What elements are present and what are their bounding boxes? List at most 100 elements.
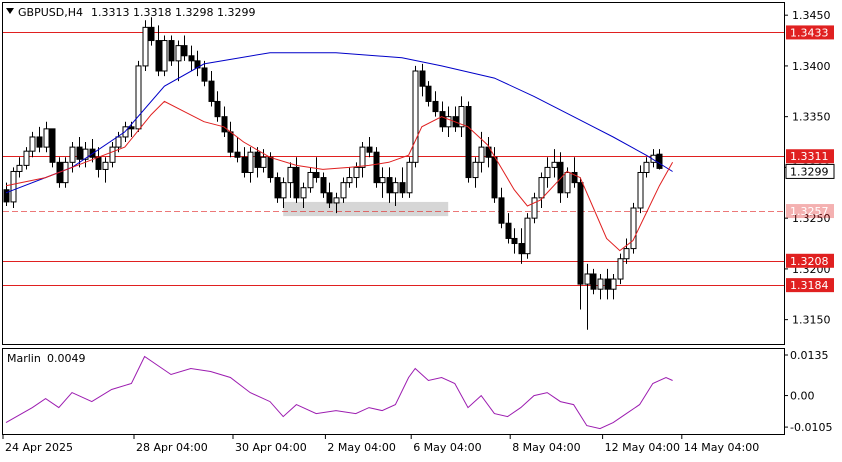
candle-bear (293, 166, 300, 199)
x-tick-label: 30 Apr 04:00 (235, 441, 307, 454)
candle-bear (128, 126, 135, 130)
indicator-value: 0.0049 (47, 352, 86, 365)
y-tick-label: 1.3150 (792, 314, 831, 327)
level-label-1.3257: 1.3257 (790, 205, 829, 218)
candle-bear (155, 40, 162, 72)
candle-bear (590, 273, 597, 290)
chart-canvas[interactable]: 1.34501.34001.33501.33001.32501.32001.31… (0, 0, 842, 459)
candle-bull (161, 40, 168, 72)
candle-bull (544, 166, 551, 179)
candle-bear (274, 177, 281, 199)
candle-bull (333, 197, 340, 204)
candle-bear (386, 177, 393, 194)
candle-bear (188, 55, 195, 62)
candle-bull (353, 166, 360, 179)
candle-bear (214, 100, 221, 118)
candle-bull (340, 182, 347, 199)
level-label-1.3208: 1.3208 (790, 255, 829, 268)
candle-bull (307, 171, 314, 189)
candle-bull (346, 177, 353, 184)
candle-bear (221, 116, 228, 133)
candle-bull (551, 161, 558, 168)
candle-bull (643, 161, 650, 173)
candle-bear (419, 70, 426, 87)
candle-bull (359, 146, 366, 168)
candle-bull (531, 197, 538, 219)
candle-bear (181, 45, 188, 57)
candle-bear (505, 222, 512, 239)
candle-bear (95, 156, 102, 170)
candle-bear (511, 237, 518, 245)
chart-window[interactable]: 1.34501.34001.33501.33001.32501.32001.31… (0, 0, 842, 459)
ind-tick-label: 0.0135 (790, 349, 829, 362)
candle-bull (412, 70, 419, 163)
candle-bull (175, 45, 182, 62)
ohlc-close: 1.3299 (217, 6, 256, 19)
candle-bear (656, 153, 663, 169)
candle-bull (472, 161, 479, 179)
candle-bear (320, 177, 327, 194)
candle-bear (465, 106, 472, 179)
candle-bull (10, 170, 17, 203)
candle-bull (392, 182, 399, 194)
candle-bear (313, 171, 320, 179)
candle-bear (498, 197, 505, 224)
candle-bear (201, 67, 208, 82)
candle-bull (43, 128, 50, 148)
candle-bear (604, 278, 611, 290)
candle-bear (373, 151, 380, 184)
y-tick-label: 1.3400 (792, 60, 831, 73)
x-tick-label: 28 Apr 04:00 (136, 441, 208, 454)
current-price-label: 1.3299 (790, 165, 829, 178)
x-tick-label: 24 Apr 2025 (5, 441, 73, 454)
candle-bull (287, 166, 294, 184)
candle-bull (29, 136, 36, 152)
candle-bull (584, 273, 591, 285)
candle-bear (518, 243, 525, 255)
candle-bear (148, 26, 155, 42)
ohlc-open: 1.3313 (91, 6, 130, 19)
candle-bull (142, 26, 149, 67)
candle-bull (597, 278, 604, 290)
candle-bear (76, 146, 83, 160)
candle-bull (69, 146, 76, 163)
level-label-1.3433: 1.3433 (790, 26, 829, 39)
candle-bear (234, 151, 241, 158)
candle-bear (267, 156, 274, 179)
x-tick-label: 2 May 04:00 (327, 441, 395, 454)
candle-bear (399, 182, 406, 194)
candle-bear (366, 146, 373, 153)
candle-bull (406, 161, 413, 194)
candle-bear (241, 156, 248, 173)
x-tick-label: 6 May 04:00 (413, 441, 481, 454)
level-label-1.3311: 1.3311 (790, 150, 829, 163)
x-tick-label: 12 May 04:00 (605, 441, 680, 454)
candle-bull (524, 217, 531, 255)
candle-bull (23, 150, 30, 166)
candle-bull (16, 164, 23, 172)
candle-bear (168, 40, 175, 62)
y-tick-label: 1.3450 (792, 9, 831, 22)
candle-bull (538, 177, 545, 199)
candle-bull (610, 278, 617, 290)
candle-bear (227, 131, 234, 153)
support-zone-rect (283, 201, 449, 217)
candle-bull (115, 136, 122, 148)
candle-bear (254, 151, 261, 168)
candle-bull (109, 146, 116, 163)
candle-bull (260, 156, 267, 168)
candle-bear (425, 85, 432, 102)
ohlc-high: 1.3318 (133, 6, 172, 19)
candle-bear (432, 100, 439, 113)
candle-bear (577, 182, 584, 285)
candle-bull (478, 146, 485, 163)
candle-bear (49, 128, 56, 163)
candle-bull (564, 171, 571, 194)
y-tick-label: 1.3350 (792, 111, 831, 124)
candle-bull (637, 171, 644, 209)
candle-bull (623, 248, 630, 260)
candle-bull (630, 207, 637, 250)
candle-bear (326, 192, 333, 204)
symbol-label: GBPUSD,H4 (18, 6, 83, 19)
candle-bear (557, 161, 564, 194)
